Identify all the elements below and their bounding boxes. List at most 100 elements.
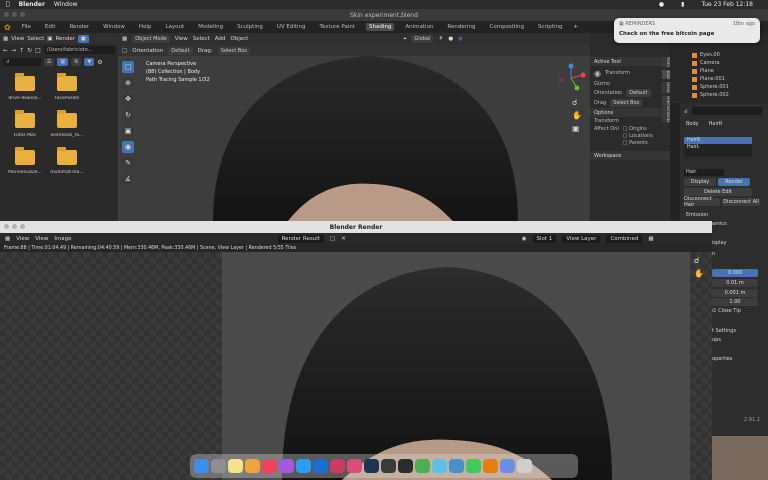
select-box-tool-icon[interactable]: □	[122, 61, 134, 73]
new-folder-icon[interactable]: □	[35, 47, 41, 54]
combined-dropdown[interactable]: Combined	[606, 234, 643, 243]
close-image-icon[interactable]: ✕	[341, 236, 346, 242]
slot-dropdown[interactable]: Slot 1	[532, 234, 557, 243]
thumbnail-view-icon[interactable]: ▦	[57, 58, 69, 66]
settings-panel[interactable]: t Settings	[712, 328, 736, 334]
camera-view-icon[interactable]: ▣	[572, 124, 582, 133]
window-controls[interactable]	[4, 12, 25, 17]
object-mode-dropdown[interactable]: Object Mode	[132, 35, 170, 43]
folder-item[interactable]: MarvelousDe...	[4, 147, 46, 175]
npanel-orientation-dropdown[interactable]: Default	[626, 89, 651, 97]
transform-tool-icon[interactable]: ◉	[122, 141, 134, 153]
messages-dock-icon[interactable]	[466, 458, 481, 474]
emission-panel[interactable]: Emission	[686, 212, 708, 218]
render-canvas[interactable]: ☌ ✋	[0, 252, 712, 480]
wifi-icon[interactable]: ●	[659, 1, 664, 8]
launchpad-dock-icon[interactable]	[211, 458, 226, 474]
render-result-dropdown[interactable]: Render Result	[277, 234, 324, 243]
pan-hand-icon[interactable]: ✋	[694, 269, 704, 278]
render-window-controls[interactable]	[4, 224, 25, 229]
particle-slot-item[interactable]: HairR	[684, 137, 752, 144]
zoom-icon[interactable]: ☌	[572, 98, 582, 107]
tab-rendering[interactable]: Rendering	[444, 23, 478, 31]
disconnect-hair-button[interactable]: Disconnect Hair	[684, 196, 720, 208]
menu-help[interactable]: Help	[136, 23, 155, 31]
move-tool-icon[interactable]: ✥	[122, 93, 134, 105]
folder-dock-icon[interactable]	[500, 458, 515, 474]
menubar-datetime[interactable]: Tue 23 Feb 12:18	[701, 1, 753, 8]
filter-icon[interactable]: ▼	[84, 58, 95, 66]
trash-dock-icon[interactable]	[517, 458, 532, 474]
editor-type-icon[interactable]: ▦	[122, 36, 127, 42]
render-menu-view[interactable]: View	[16, 236, 29, 242]
display-channels-icon[interactable]: ◉	[522, 236, 527, 242]
rotate-tool-icon[interactable]: ↻	[122, 109, 134, 121]
menu-render[interactable]: Render	[67, 23, 93, 31]
fb-render-label[interactable]: Render	[55, 36, 75, 42]
active-tool-header[interactable]: Active Tool	[590, 57, 670, 66]
preview-dock-icon[interactable]	[449, 458, 464, 474]
refresh-icon[interactable]: ↻	[27, 47, 32, 54]
tab-animation[interactable]: Animation	[402, 23, 436, 31]
workspace-header[interactable]: Workspace	[590, 151, 670, 160]
fb-toggle-button[interactable]: ■	[78, 34, 89, 43]
folder-item[interactable]: multimat-ma...	[46, 147, 88, 175]
image-settings-icon[interactable]: ▦	[648, 236, 653, 242]
back-arrow-icon[interactable]: ←	[3, 47, 8, 54]
music-dock-icon[interactable]	[262, 458, 277, 474]
tab-layout[interactable]: Layout	[162, 23, 187, 31]
locations-checkbox[interactable]: □ Locations	[623, 133, 653, 139]
outliner-item[interactable]: Plane	[670, 67, 768, 75]
search-input[interactable]: ☌	[3, 58, 41, 66]
blender-dock-icon[interactable]	[483, 458, 498, 474]
outliner-item[interactable]: Plane.001	[670, 75, 768, 83]
affinity-photo-dock-icon[interactable]	[347, 458, 362, 474]
options-header[interactable]: Options	[590, 108, 670, 117]
editor-type-icon[interactable]: ▦	[3, 36, 8, 42]
zoom-icon[interactable]: ☌	[694, 256, 704, 265]
cursor-tool-icon[interactable]: ⊕	[122, 77, 134, 89]
object-name[interactable]: Body	[686, 121, 699, 127]
tab-hairstrands[interactable]: HairStrands	[662, 95, 670, 123]
value-field-2[interactable]: 0.01 m	[712, 279, 758, 287]
menubar-window[interactable]: Window	[54, 1, 78, 8]
menu-edit[interactable]: Edit	[42, 23, 59, 31]
menubar-app-name[interactable]: Blender	[19, 1, 45, 8]
fb-menu-select[interactable]: Select	[27, 36, 44, 42]
prop-search-icon[interactable]: ☌	[684, 109, 687, 115]
editor-type-icon[interactable]: ▦	[5, 236, 10, 242]
outliner-item[interactable]: Camera	[670, 59, 768, 67]
tab-scripting[interactable]: Scripting	[535, 23, 565, 31]
maps-dock-icon[interactable]	[432, 458, 447, 474]
chrome-dock-icon[interactable]	[415, 458, 430, 474]
tab-uv-editing[interactable]: UV Editing	[274, 23, 309, 31]
delete-edit-button[interactable]: Delete Edit	[684, 188, 752, 196]
folder-item[interactable]: keentools_fa...	[46, 110, 88, 138]
measure-tool-icon[interactable]: ∡	[122, 173, 134, 185]
sort-icon[interactable]: ⇅	[71, 58, 82, 66]
render-icon[interactable]: ▣	[47, 36, 52, 42]
value-field-1[interactable]: 0.000	[712, 269, 758, 277]
apple-menu-icon[interactable]: 	[6, 1, 10, 8]
disconnect-all-button[interactable]: Disconnect All	[722, 198, 760, 206]
tab-sculpting[interactable]: Sculpting	[234, 23, 266, 31]
value-field-3[interactable]: 0.001 m	[712, 289, 758, 297]
parents-checkbox[interactable]: □ Parents	[623, 140, 653, 146]
twitter-dock-icon[interactable]	[296, 458, 311, 474]
menu-file[interactable]: File	[19, 23, 34, 31]
settings-gear-icon[interactable]: ⚙	[97, 59, 102, 66]
3d-viewport[interactable]: ▦ Object Mode View Select Add Object ⌖ G…	[118, 33, 590, 221]
fb-menu-view[interactable]: View	[11, 36, 24, 42]
outliner-item[interactable]: Sphere.001	[670, 83, 768, 91]
lightroom-classic-dock-icon[interactable]	[364, 458, 379, 474]
render-menu-image[interactable]: Image	[54, 236, 71, 242]
pan-hand-icon[interactable]: ✋	[572, 111, 582, 120]
vp-menu-select[interactable]: Select	[193, 36, 210, 42]
value-field-4[interactable]: 1.00	[712, 298, 758, 306]
menu-window[interactable]: Window	[100, 23, 128, 31]
final-cut-dock-icon[interactable]	[381, 458, 396, 474]
podcasts-dock-icon[interactable]	[279, 458, 294, 474]
scale-tool-icon[interactable]: ▣	[122, 125, 134, 137]
copy-icon[interactable]: □	[330, 236, 335, 242]
forward-arrow-icon[interactable]: →	[11, 47, 16, 54]
